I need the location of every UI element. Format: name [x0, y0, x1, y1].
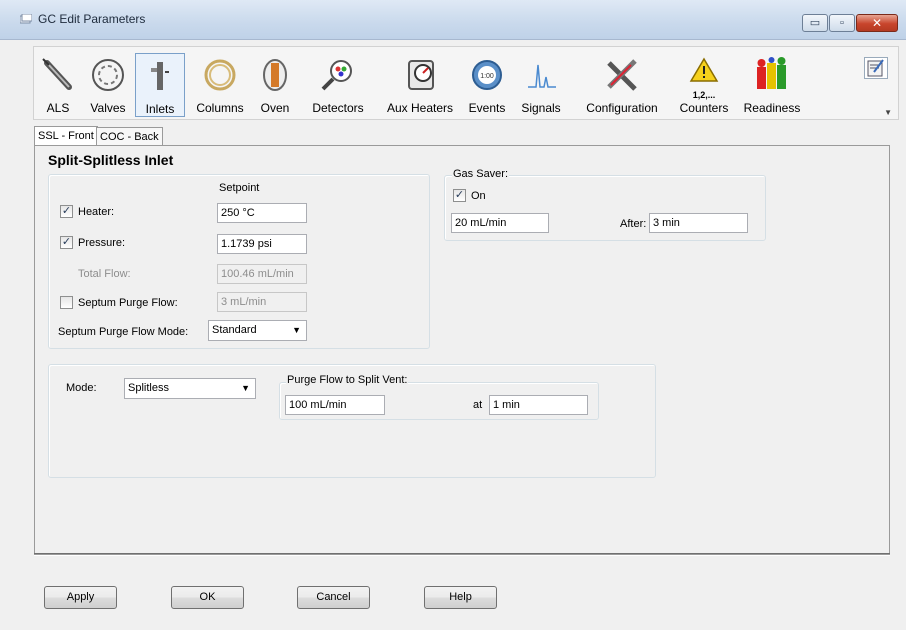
toolbar-inlets[interactable]: Inlets [135, 53, 185, 117]
gas-saver-flow-input[interactable]: 20 mL/min [451, 213, 549, 233]
heater-checkbox[interactable]: ✓ [60, 205, 73, 218]
toolbar-label: Readiness [743, 101, 801, 115]
counters-icon [689, 57, 719, 82]
toolbar-columns[interactable]: Columns [191, 53, 249, 117]
toolbar-counters[interactable]: 1,2,... Counters [676, 53, 732, 117]
total-flow-label: Total Flow: [78, 268, 131, 280]
toolbar-label: Configuration [586, 101, 658, 115]
readiness-icon [757, 57, 786, 89]
septum-purge-flow-input: 3 mL/min [217, 292, 307, 312]
toolbar-label: Detectors [312, 101, 364, 115]
gas-saver-after-label: After: [620, 218, 647, 230]
toolbar-label: Oven [260, 101, 290, 115]
oven-icon [263, 59, 287, 91]
panel-divider [34, 553, 890, 556]
chevron-down-icon: ▼ [241, 383, 250, 393]
inlets-icon [151, 62, 169, 90]
toolbar-oven[interactable]: Oven [253, 53, 297, 117]
toolbar-detectors[interactable]: Detectors [305, 53, 371, 117]
toolbar-readiness[interactable]: Readiness [740, 53, 804, 117]
toolbar-label: Inlets [145, 102, 175, 116]
toolbar-events[interactable]: 1:00 Events [464, 53, 510, 117]
toolbar-label: ALS [46, 101, 70, 115]
chevron-down-icon: ▼ [292, 325, 301, 335]
toolbar-als[interactable]: ALS [38, 53, 78, 117]
total-flow-input: 100.46 mL/min [217, 264, 307, 284]
toolbar-label: Events [468, 101, 506, 115]
gas-saver-on-label: On [471, 190, 486, 202]
purge-flow-input[interactable]: 100 mL/min [285, 395, 385, 415]
heater-label: Heater: [78, 206, 115, 218]
apply-button[interactable]: Apply [44, 586, 117, 609]
tab-coc-back[interactable]: COC - Back [96, 127, 163, 147]
toolbar-valves[interactable]: Valves [84, 53, 132, 117]
pressure-input[interactable]: 1.1739 psi [217, 234, 307, 254]
aux-heaters-icon [408, 60, 434, 90]
pressure-label: Pressure: [78, 237, 126, 249]
svg-text:1:00: 1:00 [480, 73, 494, 80]
columns-icon [204, 59, 236, 91]
configuration-icon [607, 59, 637, 91]
toolbar-label: Signals [521, 101, 561, 115]
purge-at-input[interactable]: 1 min [489, 395, 588, 415]
notes-button[interactable] [864, 57, 888, 79]
toolbar-overflow-icon[interactable]: ▼ [884, 108, 892, 117]
septum-purge-flow-label: Septum Purge Flow: [78, 297, 178, 309]
toolbar-label: Valves [90, 101, 126, 115]
gas-saver-on-checkbox[interactable]: ✓ [453, 189, 466, 202]
toolbar-label: Columns [196, 101, 244, 115]
als-syringe-icon [42, 58, 72, 90]
toolbar-signals[interactable]: Signals [516, 53, 566, 117]
toolbar-aux-heaters[interactable]: Aux Heaters [383, 53, 457, 117]
purge-flow-title: Purge Flow to Split Vent: [286, 374, 409, 386]
purge-at-label: at [473, 399, 483, 411]
cancel-button[interactable]: Cancel [297, 586, 370, 609]
gas-saver-title: Gas Saver: [452, 168, 510, 180]
help-button[interactable]: Help [424, 586, 497, 609]
gas-saver-after-input[interactable]: 3 min [649, 213, 748, 233]
close-button[interactable]: ✕ [856, 14, 898, 32]
septum-purge-mode-value: Standard [212, 324, 257, 336]
window-title: GC Edit Parameters [38, 12, 146, 26]
detectors-icon [321, 60, 352, 91]
maximize-button[interactable]: ▫ [829, 14, 855, 32]
tab-ssl-front[interactable]: SSL - Front [34, 126, 98, 147]
valves-icon [92, 59, 124, 91]
gc-edit-parameters-window: GC Edit Parameters ▭ ▫ ✕ ALS Valves Inle… [0, 0, 906, 630]
close-icon: ✕ [871, 16, 883, 30]
toolbar-label: Aux Heaters [386, 101, 454, 115]
heater-input[interactable]: 250 °C [217, 203, 307, 223]
toolbar-configuration[interactable]: Configuration [576, 53, 668, 117]
module-toolbar: ALS Valves Inlets Columns Oven Detectors… [33, 46, 899, 120]
events-icon: 1:00 [472, 60, 502, 90]
setpoint-header: Setpoint [219, 182, 260, 194]
minimize-icon: ▭ [809, 17, 821, 29]
section-title: Split-Splitless Inlet [48, 152, 174, 168]
signals-icon [528, 64, 556, 88]
app-icon [20, 14, 32, 24]
maximize-icon: ▫ [840, 17, 844, 29]
toolbar-label: Counters [679, 101, 729, 115]
septum-purge-flow-checkbox[interactable] [60, 296, 73, 309]
counters-icon-text: 1,2,... [692, 90, 716, 100]
mode-label: Mode: [66, 382, 97, 394]
septum-purge-mode-label: Septum Purge Flow Mode: [58, 326, 189, 338]
septum-purge-mode-select[interactable]: Standard ▼ [208, 320, 307, 341]
ok-button[interactable]: OK [171, 586, 244, 609]
title-bar[interactable]: GC Edit Parameters ▭ ▫ ✕ [0, 0, 906, 40]
notepad-icon [867, 59, 884, 77]
mode-value: Splitless [128, 382, 169, 394]
minimize-button[interactable]: ▭ [802, 14, 828, 32]
mode-select[interactable]: Splitless ▼ [124, 378, 256, 399]
pressure-checkbox[interactable]: ✓ [60, 236, 73, 249]
